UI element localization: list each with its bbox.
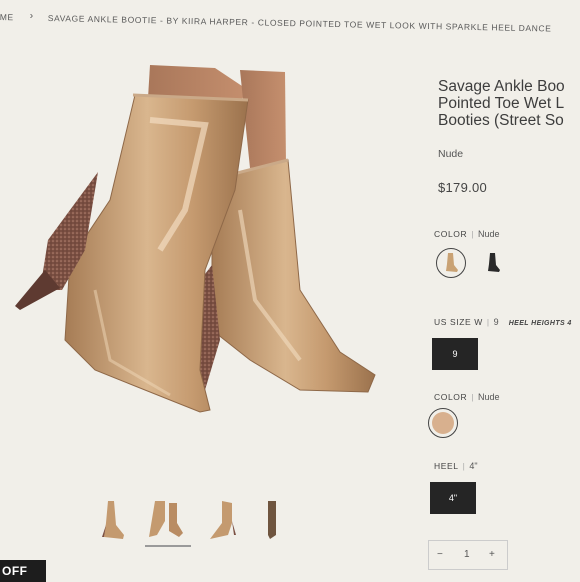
color-swatch-nude[interactable]: [436, 248, 466, 278]
heel-button-4in[interactable]: 4": [430, 482, 476, 514]
product-details-panel: Savage Ankle Boo Pointed Toe Wet L Booti…: [428, 0, 580, 580]
quantity-value[interactable]: 1: [464, 549, 470, 560]
black-boot-icon: [488, 253, 500, 272]
product-title: Savage Ankle Boo Pointed Toe Wet L Booti…: [438, 78, 565, 129]
thumbnail-strip: [90, 495, 300, 550]
product-price: $179.00: [438, 180, 488, 195]
discount-badge: OFF: [0, 560, 46, 582]
size-label-text: US SIZE W: [434, 317, 483, 327]
color-option-label: COLOR | Nude: [434, 229, 500, 239]
breadcrumb-home-link[interactable]: ME: [0, 12, 14, 22]
heel-label-text: HEEL: [434, 461, 459, 471]
color-selected-value: Nude: [478, 229, 500, 239]
color-swatch-black[interactable]: [478, 248, 508, 278]
product-main-image[interactable]: [0, 40, 410, 480]
quantity-stepper: − 1 +: [428, 540, 508, 570]
thumbnail-front-pair[interactable]: [145, 495, 189, 543]
quantity-increment-button[interactable]: +: [489, 549, 495, 560]
product-variant: Nude: [438, 148, 464, 160]
thumbnail-side-view[interactable]: [90, 495, 134, 543]
color2-swatch-nude[interactable]: [428, 408, 458, 438]
color2-option-label: COLOR | Nude: [434, 392, 500, 402]
breadcrumb-separator: ›: [29, 10, 34, 22]
nude-color-dot: [432, 412, 454, 434]
heel-selected-value: 4": [469, 461, 478, 471]
color2-label-text: COLOR: [434, 392, 468, 402]
thumbnail-active-indicator: [145, 545, 191, 547]
quantity-decrement-button[interactable]: −: [437, 549, 443, 560]
size-option-label: US SIZE W | 9 HEEL HEIGHTS 4: [434, 317, 572, 327]
size-selected-value: 9: [493, 317, 499, 327]
nude-boot-icon: [446, 253, 458, 272]
heel-heights-link[interactable]: HEEL HEIGHTS 4: [509, 320, 572, 327]
color-label-text: COLOR: [434, 229, 468, 239]
color2-selected-value: Nude: [478, 392, 500, 402]
size-button-9[interactable]: 9: [432, 338, 478, 370]
thumbnail-angled-view[interactable]: [202, 495, 246, 543]
thumbnail-back-view[interactable]: [258, 495, 302, 543]
heel-option-label: HEEL | 4": [434, 461, 478, 471]
